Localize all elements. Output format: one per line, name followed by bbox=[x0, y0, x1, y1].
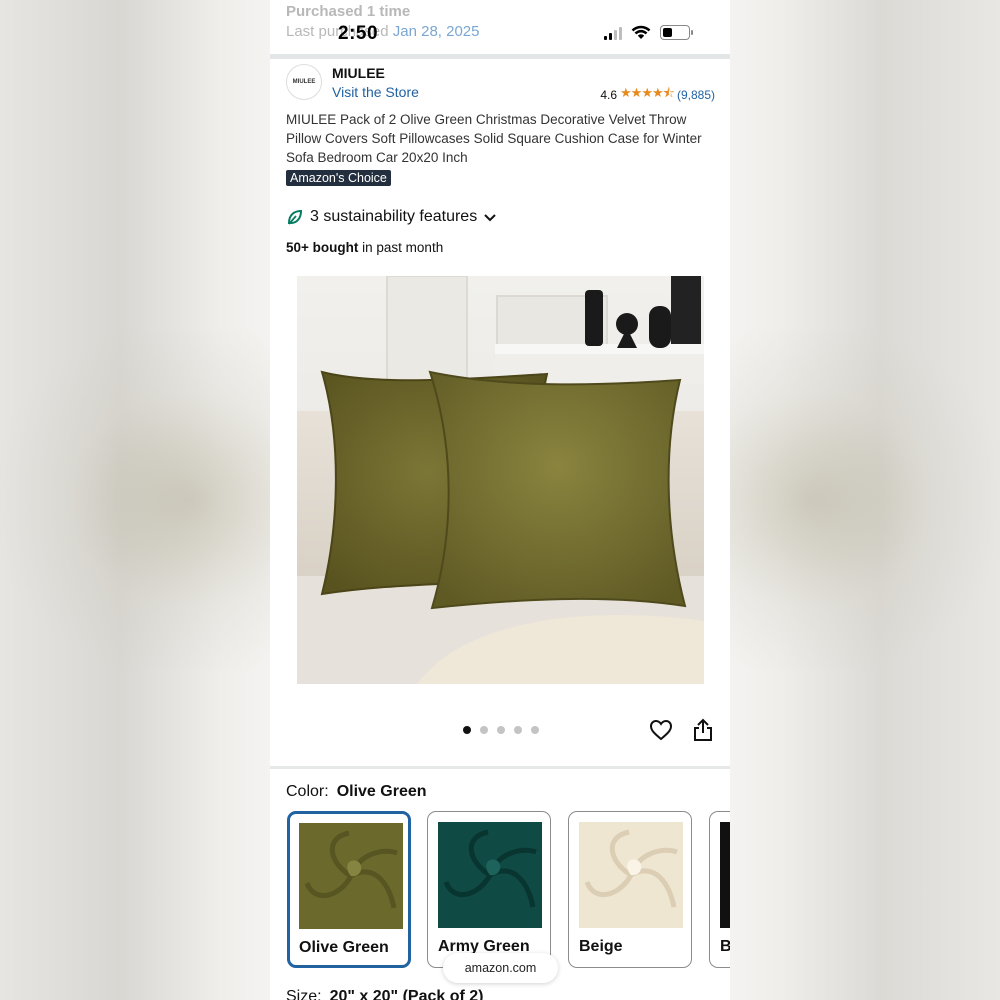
bought-count: 50+ bought bbox=[286, 240, 359, 255]
size-label: Size: bbox=[286, 988, 322, 1000]
status-time: 2:50 bbox=[338, 23, 379, 44]
rating-value: 4.6 bbox=[600, 88, 618, 102]
section-divider bbox=[270, 54, 730, 59]
leaf-icon bbox=[287, 209, 303, 225]
battery-icon bbox=[660, 25, 693, 40]
color-swatch-olive-green[interactable]: Olive Green bbox=[287, 811, 411, 968]
amazons-choice-badge: Amazon's Choice bbox=[286, 170, 391, 186]
visit-store-link[interactable]: Visit the Store bbox=[332, 84, 419, 100]
image-carousel-dots[interactable] bbox=[463, 726, 539, 734]
swatch-image bbox=[720, 822, 730, 928]
selected-color-name: Olive Green bbox=[336, 783, 427, 800]
background-blur-right bbox=[730, 330, 1000, 670]
sustainability-label: 3 sustainability features bbox=[310, 208, 478, 225]
rating-summary[interactable]: 4.6 ★★★★⯪ (9,885) bbox=[600, 84, 715, 106]
bought-in-past-month: 50+ bought in past month bbox=[286, 240, 443, 255]
carousel-dot[interactable] bbox=[497, 726, 505, 734]
color-swatch-beige[interactable]: Beige bbox=[568, 811, 692, 968]
bought-period: in past month bbox=[362, 240, 444, 255]
carousel-dot[interactable] bbox=[531, 726, 539, 734]
section-divider bbox=[270, 766, 730, 769]
wifi-icon bbox=[631, 25, 651, 39]
product-main-image[interactable] bbox=[297, 276, 704, 684]
product-title: MIULEE Pack of 2 Olive Green Christmas D… bbox=[286, 112, 702, 165]
selected-size: 20" x 20" (Pack of 2) bbox=[329, 988, 484, 1000]
swatch-image bbox=[579, 822, 683, 928]
color-label: Color: bbox=[286, 783, 329, 800]
swatch-image bbox=[438, 822, 542, 928]
status-icons bbox=[604, 25, 693, 40]
phone-screen: Purchased 1 time Last purchased Jan 28, … bbox=[270, 0, 730, 1000]
swatch-image bbox=[299, 823, 403, 929]
color-swatch-partial[interactable]: B bbox=[709, 811, 730, 968]
brand-logo[interactable]: MIULEE bbox=[286, 64, 322, 100]
heart-icon[interactable] bbox=[649, 718, 673, 742]
color-selection-label: Color: Olive Green bbox=[286, 783, 427, 801]
carousel-dot[interactable] bbox=[480, 726, 488, 734]
swatch-label: B bbox=[720, 938, 730, 956]
purchase-count: Purchased 1 time bbox=[286, 3, 411, 20]
carousel-dot[interactable] bbox=[463, 726, 471, 734]
brand-name: MIULEE bbox=[332, 65, 385, 81]
background-blur-left bbox=[0, 330, 270, 670]
last-purchased-date: Jan 28, 2025 bbox=[392, 23, 480, 40]
star-rating-icon: ★★★★⯪ bbox=[620, 85, 675, 100]
swatch-label: Olive Green bbox=[299, 939, 389, 956]
chevron-down-icon bbox=[484, 214, 496, 222]
purchase-history: Purchased 1 time Last purchased Jan 28, … bbox=[286, 2, 480, 42]
share-icon[interactable] bbox=[692, 718, 714, 742]
size-selection-label: Size: 20" x 20" (Pack of 2) bbox=[286, 988, 484, 1000]
cellular-signal-icon bbox=[604, 26, 622, 40]
swatch-label: Beige bbox=[579, 938, 623, 955]
carousel-dot[interactable] bbox=[514, 726, 522, 734]
color-swatch-army-green[interactable]: Army Green bbox=[427, 811, 551, 968]
domain-pill[interactable]: amazon.com bbox=[443, 953, 558, 983]
sustainability-features-toggle[interactable]: 3 sustainability features bbox=[286, 208, 497, 226]
review-count-link[interactable]: (9,885) bbox=[677, 88, 715, 102]
